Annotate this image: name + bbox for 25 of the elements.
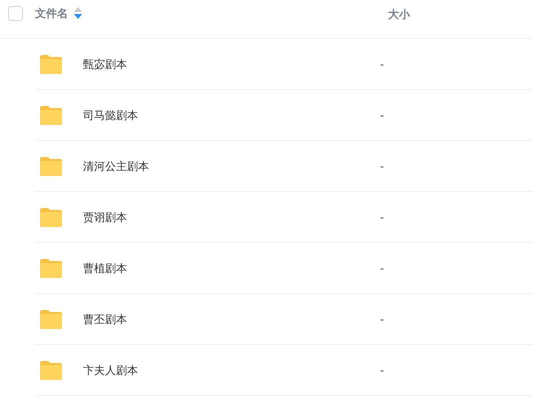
file-name[interactable]: 司马懿剧本 [83, 108, 380, 122]
column-header[interactable]: 大小 [388, 6, 410, 22]
folder-icon [39, 258, 63, 278]
file-name[interactable]: 清河公主剧本 [83, 158, 380, 174]
folder-icon [39, 54, 63, 74]
file-name[interactable]: 曹丕剧本 [83, 312, 380, 326]
file-name[interactable]: 曹植剧本 [83, 260, 380, 276]
file-size: - [380, 108, 384, 122]
file-size: - [380, 210, 384, 224]
file-name[interactable]: 甄宓剧本 [83, 56, 380, 72]
folder-icon [39, 309, 63, 329]
folder-icon [39, 360, 63, 380]
column-header[interactable]: 文件名 [35, 6, 68, 20]
folder-icon [39, 105, 63, 125]
file-size: - [380, 312, 384, 326]
file-name[interactable]: 卞夫人剧本 [83, 362, 380, 378]
folder-icon [39, 207, 63, 227]
file-size: - [380, 262, 384, 274]
file-size: - [380, 58, 384, 70]
file-size: - [380, 160, 384, 172]
file-size: - [380, 364, 384, 376]
file-name[interactable]: 贾诩剧本 [83, 210, 380, 224]
select-all-checkbox[interactable] [8, 6, 23, 20]
sort-icon[interactable] [74, 7, 82, 19]
folder-icon [39, 156, 63, 176]
